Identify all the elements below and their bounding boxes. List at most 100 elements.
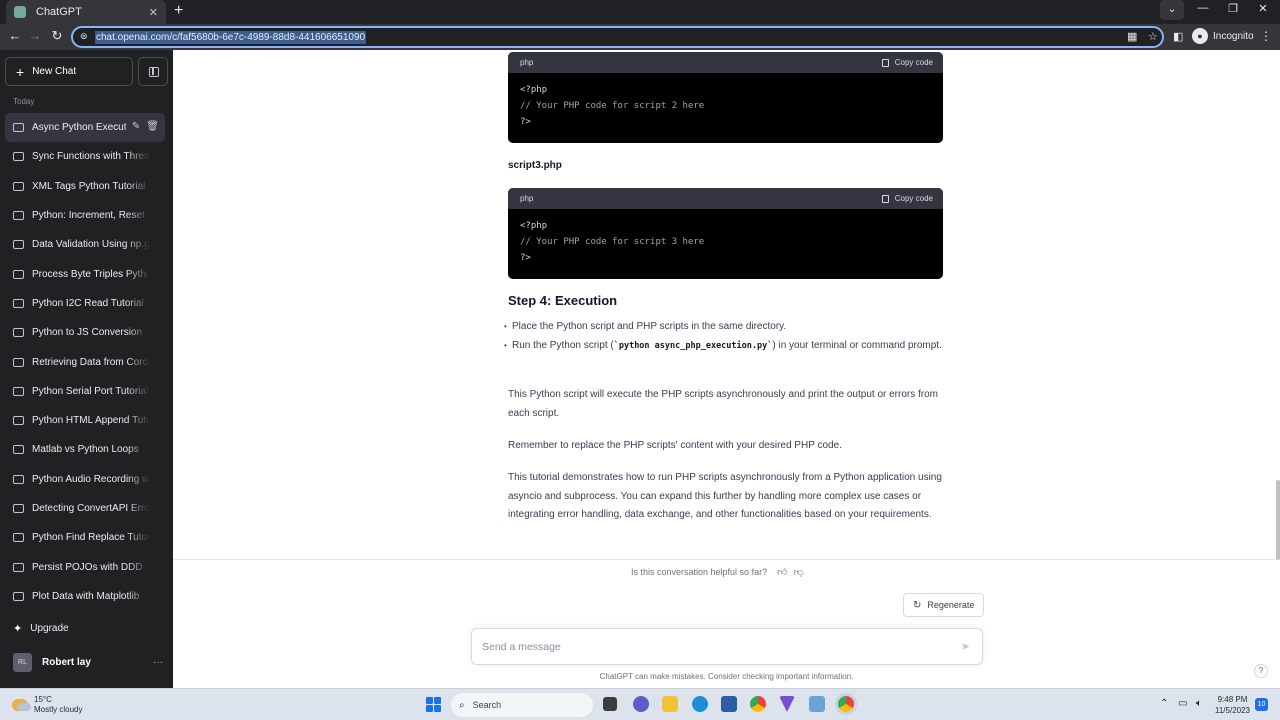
chat-bubble-icon (13, 504, 24, 513)
close-window-icon[interactable]: ✕ (1248, 2, 1278, 15)
chat-app-icon[interactable] (633, 696, 649, 712)
address-bar[interactable]: ⊜ chat.openai.com/c/faf5680b-6e7c-4989-8… (71, 26, 1164, 48)
chat-bubble-icon (13, 357, 24, 367)
system-clock[interactable]: 9:48 PM 11/5/2023 (1215, 694, 1250, 716)
sparkle-icon: ✦ (13, 623, 23, 635)
temperature: 15°C (34, 695, 52, 704)
copy-code-label: Copy code (894, 58, 933, 67)
list-item[interactable]: Retrieving Data from Corouti (5, 347, 165, 376)
chat-item-label: Python Serial Port Tutorial (32, 385, 149, 397)
side-panel-icon[interactable]: ◧ (1173, 30, 1183, 43)
search-icon: ⌕ (459, 699, 465, 711)
chat-bubble-icon (13, 474, 24, 484)
weather-widget[interactable]: 15°C Mostly cloudy (12, 695, 82, 715)
edge-browser-icon[interactable] (692, 696, 708, 712)
chrome-icon[interactable] (750, 696, 766, 712)
regenerate-button[interactable]: ↻ Regenerate (903, 593, 985, 617)
refresh-icon: ↻ (913, 599, 922, 611)
list-item[interactable]: Detecting ConvertAPI Error C (5, 494, 165, 523)
tray-overflow-icon[interactable]: ⌃ (1160, 698, 1168, 709)
user-menu[interactable]: RL Robert lay ··· (13, 653, 163, 672)
paragraph: This tutorial demonstrates how to run PH… (508, 472, 942, 521)
trash-icon[interactable]: 🗑︎ (146, 121, 159, 132)
tab-search-icon[interactable]: ⌄ (1160, 0, 1184, 20)
list-item[interactable]: Process Byte Triples Python (5, 259, 165, 288)
notification-badge[interactable]: 10 (1255, 698, 1268, 711)
help-button[interactable]: ? (1254, 664, 1268, 678)
bookmark-star-icon[interactable]: ☆ (1148, 30, 1158, 43)
new-tab-button[interactable]: + (174, 3, 183, 19)
upgrade-button[interactable]: ✦ Upgrade (13, 622, 69, 635)
list-item[interactable]: Python HTML Append Tutori (5, 406, 165, 435)
network-icon[interactable]: ▭ (1178, 698, 1187, 709)
thumbs-up-icon[interactable]: 👍︎ (777, 566, 787, 578)
chat-history-list: Async Python Execute ✎ 🗑︎ Sync Functions… (5, 113, 165, 611)
send-icon[interactable]: ➤ (961, 640, 970, 653)
chat-bubble-icon (13, 152, 24, 162)
paragraph: Remember to replace the PHP scripts' con… (508, 440, 842, 451)
chat-bubble-icon (13, 416, 24, 426)
list-item[interactable]: Data Validation Using np.gen (5, 230, 165, 259)
paragraph: This Python script will execute the PHP … (508, 389, 939, 419)
message-composer[interactable]: Send a message ➤ (471, 628, 983, 665)
task-view-icon[interactable] (603, 697, 617, 711)
section-heading: Step 4: Execution (508, 293, 618, 308)
file-explorer-icon[interactable] (662, 696, 678, 712)
thumbs-down-icon[interactable]: 👎︎ (794, 566, 804, 578)
file-name-label: script3.php (508, 160, 562, 171)
incognito-icon: ● (1192, 28, 1208, 44)
list-item[interactable]: Sync Functions with Threadin (5, 142, 165, 171)
copy-code-button[interactable]: Copy code (881, 194, 933, 203)
chat-item-active[interactable]: Async Python Execute ✎ 🗑︎ (5, 113, 165, 143)
back-icon[interactable]: ← (6, 28, 24, 43)
upgrade-label: Upgrade (30, 623, 69, 634)
code-language: php (520, 58, 534, 67)
list-item[interactable]: Python: Increment, Reset Val (5, 201, 165, 230)
code-line: // Your PHP code for script 2 here (520, 101, 705, 111)
volume-icon[interactable]: 🔈︎ (1196, 698, 1202, 709)
start-button[interactable] (426, 697, 441, 712)
taskbar: 15°C Mostly cloudy ⌕ Search ⌃ ▭ 🔈︎ 9:48 … (0, 688, 1280, 720)
browser-tab[interactable]: ChatGPT ✕ (6, 0, 166, 24)
list-item[interactable]: Python Audio Recording with (5, 465, 165, 494)
photos-icon[interactable] (809, 696, 825, 712)
list-item[interactable]: Python Find Replace Tutorial (5, 523, 165, 552)
edit-pencil-icon[interactable]: ✎ (132, 121, 140, 132)
copy-code-label: Copy code (894, 194, 933, 203)
weather-condition: Mostly cloudy (34, 705, 83, 714)
maximize-icon[interactable]: ❐ (1218, 2, 1248, 15)
store-icon[interactable] (721, 696, 737, 712)
list-item[interactable]: Python I2C Read Tutorial (5, 289, 165, 318)
taskbar-search[interactable]: ⌕ Search (451, 693, 593, 717)
chat-item-label: Python HTML Append Tutori (32, 415, 150, 427)
chat-bubble-icon (13, 386, 24, 396)
list-item[interactable]: Matlab vs Python Loops (5, 435, 165, 464)
list-item[interactable]: Python Serial Port Tutorial (5, 377, 165, 406)
browser-menu-icon[interactable]: ⋮ (1260, 29, 1272, 43)
tab-close-icon[interactable]: ✕ (149, 6, 158, 19)
list-item[interactable]: Persist POJOs with DDD (5, 552, 165, 581)
toggle-sidebar-button[interactable] (138, 57, 168, 86)
chat-item-label: Python Audio Recording with (32, 473, 150, 485)
message-input[interactable]: Send a message (482, 641, 561, 653)
code-line: // Your PHP code for script 3 here (520, 237, 705, 247)
list-item[interactable]: XML Tags Python Tutorial (5, 172, 165, 201)
qr-code-icon[interactable]: ▦ (1127, 30, 1137, 43)
scrollbar[interactable] (1276, 480, 1280, 560)
forward-icon[interactable]: → (26, 28, 44, 43)
new-chat-button[interactable]: + New Chat (5, 57, 133, 86)
chrome-active-icon[interactable] (838, 696, 854, 712)
copy-code-button[interactable]: Copy code (881, 58, 933, 67)
list-item[interactable]: Plot Data with Matplotlib (5, 582, 165, 611)
list-item[interactable]: Python to JS Conversion (5, 318, 165, 347)
minimize-icon[interactable]: — (1188, 2, 1218, 14)
code-language: php (520, 194, 534, 203)
url-text[interactable]: chat.openai.com/c/faf5680b-6e7c-4989-88d… (95, 31, 367, 44)
bullet-text: Run the Python script ( (512, 339, 614, 351)
incognito-indicator[interactable]: ● Incognito (1192, 28, 1254, 44)
more-options-icon[interactable]: ··· (153, 657, 163, 668)
site-info-icon[interactable]: ⊜ (80, 31, 90, 43)
chat-item-label: XML Tags Python Tutorial (32, 180, 146, 192)
reload-icon[interactable]: ↻ (48, 28, 66, 44)
app-icon[interactable] (779, 696, 795, 712)
